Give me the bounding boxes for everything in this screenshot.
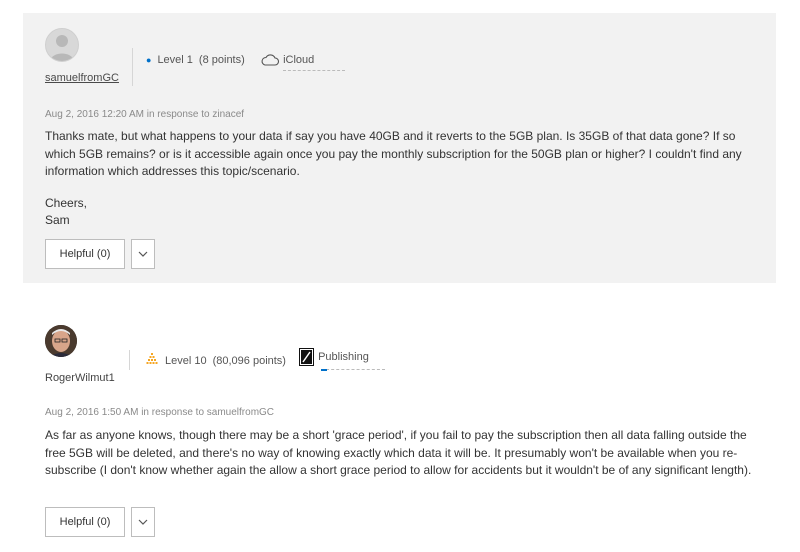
user-avatar[interactable]	[45, 325, 77, 357]
level-pyramid-icon	[146, 353, 158, 364]
post-meta: Aug 2, 2016 1:50 AM in response to samue…	[45, 407, 274, 418]
reply-post: RogerWilmut1 Level 10 (80,096 points) Pub…	[23, 305, 776, 552]
community-name[interactable]: Publishing	[318, 351, 369, 363]
level-points: (80,096 points)	[212, 355, 286, 367]
publishing-icon	[299, 348, 314, 366]
in-response-to[interactable]: in response to samuelfromGC	[141, 407, 274, 418]
chevron-down-icon	[138, 519, 148, 525]
author-username[interactable]: samuelfromGC	[45, 72, 119, 84]
avatar-photo	[45, 325, 77, 357]
level-dot-icon: ●	[146, 55, 152, 65]
post-body: As far as anyone knows, though there may…	[45, 427, 760, 480]
reply-post: samuelfromGC ● Level 1 (8 points) iCloud A…	[23, 13, 776, 283]
default-avatar[interactable]	[45, 28, 79, 62]
post-date: Aug 2, 2016 12:20 AM	[45, 109, 144, 120]
community-progress	[321, 369, 327, 371]
post-body: Thanks mate, but what happens to your da…	[45, 128, 760, 230]
post-paragraph: Sam	[45, 213, 70, 227]
post-date: Aug 2, 2016 1:50 AM	[45, 407, 139, 418]
author-username[interactable]: RogerWilmut1	[45, 372, 115, 384]
community-badge[interactable]: iCloud	[260, 53, 345, 71]
more-options-button[interactable]	[131, 239, 155, 269]
author-level: ● Level 1 (8 points)	[146, 54, 245, 66]
person-silhouette-icon	[50, 35, 74, 61]
author-divider	[129, 350, 130, 370]
author-level: Level 10 (80,096 points)	[145, 353, 286, 367]
level-text: Level 10	[165, 355, 207, 367]
post-paragraph: Thanks mate, but what happens to your da…	[45, 129, 742, 178]
helpful-button[interactable]: Helpful (0)	[45, 239, 125, 269]
author-divider	[132, 48, 133, 86]
more-options-button[interactable]	[131, 507, 155, 537]
in-response-to[interactable]: in response to zinacef	[147, 109, 244, 120]
community-badge[interactable]: Publishing	[299, 348, 385, 371]
post-meta: Aug 2, 2016 12:20 AM in response to zina…	[45, 109, 244, 120]
post-paragraph: Cheers,	[45, 195, 88, 210]
post-paragraph: As far as anyone knows, though there may…	[45, 428, 752, 477]
chevron-down-icon	[138, 251, 148, 257]
community-underline	[321, 369, 385, 371]
level-points: (8 points)	[198, 54, 245, 66]
helpful-button[interactable]: Helpful (0)	[45, 507, 125, 537]
community-name[interactable]: iCloud	[283, 54, 314, 66]
community-underline	[283, 70, 345, 71]
level-text: Level 1	[157, 54, 193, 66]
cloud-icon	[261, 54, 280, 66]
